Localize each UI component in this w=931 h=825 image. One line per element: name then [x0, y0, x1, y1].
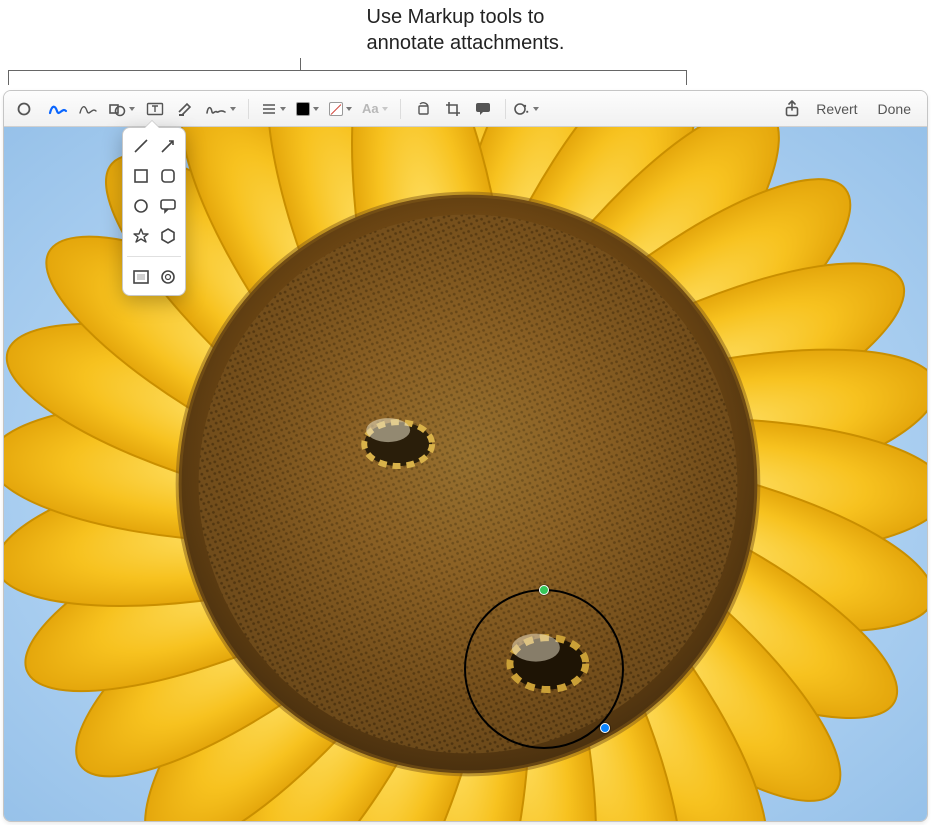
- shape-square[interactable]: [127, 164, 154, 188]
- speech-bubble-icon: [158, 196, 178, 216]
- resize-handle-top[interactable]: [539, 585, 549, 595]
- toolbar-separator: [505, 99, 506, 119]
- shapes-popover: [122, 127, 186, 296]
- fill-color-swatch: [329, 102, 343, 116]
- effects-tool[interactable]: [508, 96, 543, 122]
- rotate-tool[interactable]: [409, 96, 437, 122]
- popover-separator: [127, 256, 181, 257]
- help-callout-text: Use Markup tools to annotate attachments…: [367, 4, 565, 56]
- rounded-rectangle-icon: [158, 166, 178, 186]
- markup-editor-window: Aa: [3, 90, 928, 822]
- toolbar-separator: [248, 99, 249, 119]
- chevron-down-icon: [346, 107, 352, 111]
- callout-line-1: Use Markup tools to: [367, 6, 545, 28]
- shape-line[interactable]: [127, 134, 154, 158]
- chevron-down-icon: [129, 107, 135, 111]
- callout-line-2: annotate attachments.: [367, 32, 565, 54]
- fill-color-tool[interactable]: [325, 96, 356, 122]
- help-callout: Use Markup tools to annotate attachments…: [0, 0, 931, 90]
- share-button[interactable]: [778, 96, 806, 122]
- highlighter-icon: [176, 101, 194, 117]
- shape-oval[interactable]: [127, 194, 154, 218]
- draw-tool[interactable]: [74, 96, 102, 122]
- shape-hexagon[interactable]: [154, 224, 181, 248]
- revert-button[interactable]: Revert: [806, 96, 867, 122]
- loupe-annotation[interactable]: [464, 589, 624, 749]
- chevron-down-icon: [230, 107, 236, 111]
- alignment-icon: [261, 102, 277, 116]
- text-box-icon: [146, 101, 164, 117]
- sketch-icon: [48, 101, 68, 117]
- line-weight-tool[interactable]: [257, 96, 290, 122]
- callout-stem: [300, 58, 301, 70]
- loupe-icon: [158, 267, 178, 287]
- crop-tool[interactable]: [439, 96, 467, 122]
- square-icon: [131, 166, 151, 186]
- chevron-down-icon: [382, 107, 388, 111]
- effects-icon: [512, 101, 530, 117]
- shape-speech-bubble[interactable]: [154, 194, 181, 218]
- shape-mask[interactable]: [127, 265, 154, 289]
- speech-bubble-icon: [474, 101, 492, 117]
- rotate-icon: [415, 101, 431, 117]
- shape-rounded-rect[interactable]: [154, 164, 181, 188]
- shape-loupe[interactable]: [154, 265, 181, 289]
- text-tool[interactable]: [141, 96, 169, 122]
- share-icon: [784, 100, 800, 118]
- drawing-tools-group: [38, 96, 246, 122]
- oval-icon: [131, 196, 151, 216]
- arrow-icon: [158, 136, 178, 156]
- shapes-tool[interactable]: [104, 96, 139, 122]
- sketch-tool[interactable]: [44, 96, 72, 122]
- edit-tools-group: [403, 96, 503, 122]
- style-tools-group: Aa: [251, 96, 398, 122]
- close-button[interactable]: [10, 96, 38, 122]
- markup-toolbar: Aa: [4, 91, 927, 127]
- comment-tool[interactable]: [469, 96, 497, 122]
- star-icon: [131, 226, 151, 246]
- toolbar-separator: [400, 99, 401, 119]
- signature-icon: [205, 101, 227, 117]
- chevron-down-icon: [533, 107, 539, 111]
- highlight-tool[interactable]: [171, 96, 199, 122]
- shape-star[interactable]: [127, 224, 154, 248]
- crop-icon: [445, 101, 461, 117]
- callout-guide-bracket: [8, 70, 687, 84]
- stroke-color-swatch: [296, 102, 310, 116]
- shapes-icon: [108, 101, 126, 117]
- line-icon: [131, 136, 151, 156]
- draw-icon: [78, 101, 98, 117]
- close-icon: [16, 101, 32, 117]
- shape-arrow[interactable]: [154, 134, 181, 158]
- chevron-down-icon: [313, 107, 319, 111]
- text-style-tool[interactable]: Aa: [358, 96, 392, 122]
- sign-tool[interactable]: [201, 96, 240, 122]
- text-style-icon: Aa: [362, 101, 379, 116]
- stroke-color-tool[interactable]: [292, 96, 323, 122]
- hexagon-icon: [158, 226, 178, 246]
- done-button[interactable]: Done: [868, 96, 921, 122]
- resize-handle-bottom-right[interactable]: [600, 723, 610, 733]
- mask-rectangle-icon: [131, 267, 151, 287]
- chevron-down-icon: [280, 107, 286, 111]
